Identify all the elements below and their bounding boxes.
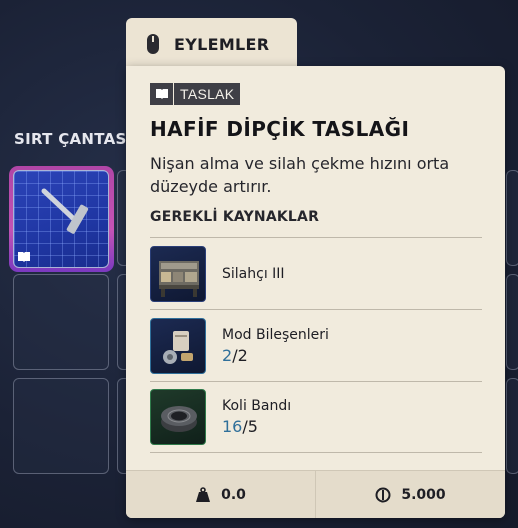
item-title: HAFİF DİPÇİK TASLAĞI [150, 117, 410, 141]
requirement-need: 2 [237, 345, 248, 365]
weight-icon [196, 486, 211, 502]
requirement-name: Silahçı III [222, 265, 285, 282]
coin-icon [375, 487, 391, 502]
weight-stat: 0.0 [126, 471, 315, 518]
requirement-row: Koli Bandı 16/5 [150, 381, 482, 453]
requirement-name: Mod Bileşenleri [222, 326, 329, 343]
actions-label: EYLEMLER [174, 34, 270, 54]
inventory-slot-edge[interactable] [506, 378, 518, 474]
inventory-slot-edge[interactable] [506, 274, 518, 370]
inventory-slot[interactable] [13, 274, 109, 370]
requirement-count: 16/5 [222, 417, 291, 436]
item-type-badge: TASLAK [150, 83, 241, 105]
item-description: Nişan alma ve silah çekme hızını orta dü… [150, 154, 450, 196]
requirement-row: Mod Bileşenleri 2/2 [150, 309, 482, 381]
inventory-title: SIRT ÇANTASI [14, 130, 133, 148]
item-type-label: TASLAK [174, 83, 241, 105]
inventory-slot[interactable] [13, 378, 109, 474]
duct-tape-icon [150, 389, 206, 445]
blueprint-badge-icon [17, 251, 33, 264]
inventory-slot-selected[interactable] [13, 170, 109, 268]
price-value: 5.000 [401, 486, 446, 503]
mod-components-icon [150, 317, 206, 374]
requirements-heading: GEREKLİ KAYNAKLAR [150, 209, 320, 225]
inventory-slot-edge[interactable] [506, 170, 518, 266]
requirements-list: Silahçı III Mod Bileşenleri 2/2 Koli Ban… [150, 237, 482, 453]
requirement-row: Silahçı III [150, 237, 482, 309]
gunsmith-bench-icon [150, 245, 206, 302]
requirement-name: Koli Bandı [222, 398, 292, 414]
price-stat: 5.000 [315, 471, 505, 518]
weight-value: 0.0 [221, 486, 246, 503]
mouse-icon [147, 34, 159, 54]
requirement-need: 5 [247, 417, 258, 436]
requirement-have: 16 [222, 417, 243, 436]
requirement-count: 2/2 [222, 346, 329, 365]
tooltip-footer: 0.0 5.000 [126, 470, 505, 518]
actions-tab[interactable]: EYLEMLER [126, 18, 297, 70]
requirement-have: 2 [222, 345, 233, 365]
book-icon [150, 83, 174, 105]
item-tooltip: TASLAK HAFİF DİPÇİK TASLAĞI Nişan alma v… [126, 66, 505, 518]
